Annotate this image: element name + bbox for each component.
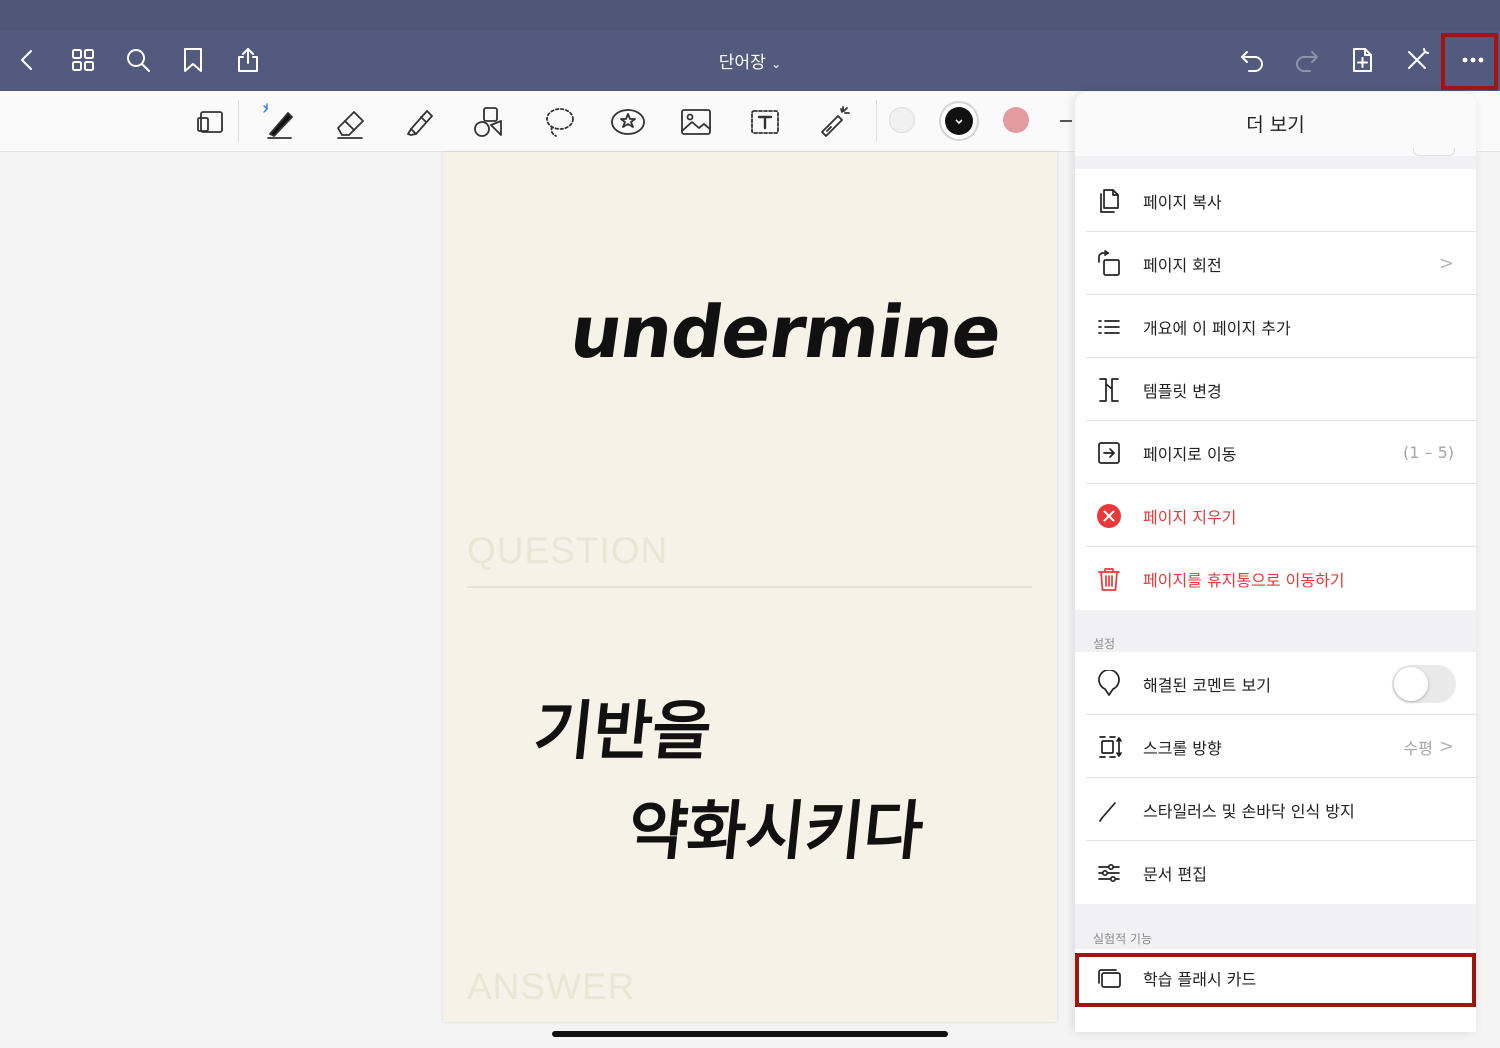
scroll-direction-value-text: 수평: [1403, 738, 1433, 758]
flashcards-icon: [1075, 964, 1143, 992]
stylus-icon: [1075, 796, 1143, 824]
comment-icon: [1075, 669, 1143, 698]
color-swatch-pink[interactable]: [1003, 107, 1029, 133]
menu-item-label: 문서 편집: [1143, 864, 1207, 884]
go-to-page-icon: [1075, 439, 1143, 467]
menu-item-rotate-page[interactable]: 페이지 회전 >: [1075, 232, 1476, 295]
highlighter-icon[interactable]: [397, 99, 443, 145]
settings-group: 해결된 코멘트 보기 스크롤 방향 수평 > 스타일러스 및 손바닥 인식 방지 …: [1075, 652, 1476, 904]
status-bar: [0, 0, 1500, 30]
scroll-peek: [1413, 148, 1455, 156]
pen-icon[interactable]: [257, 99, 303, 145]
resolved-comments-toggle[interactable]: [1392, 664, 1456, 703]
eraser-icon[interactable]: [327, 99, 373, 145]
panel-title: 더 보기: [1246, 114, 1305, 136]
toolbar-divider: [876, 100, 877, 142]
experimental-group: 학습 플래시 카드: [1075, 949, 1476, 1032]
menu-item-label: 스타일러스 및 손바닥 인식 방지: [1143, 801, 1355, 821]
outline-list-icon: [1075, 313, 1143, 341]
menu-item-edit-document[interactable]: 문서 편집: [1075, 841, 1476, 904]
undo-icon[interactable]: [1234, 42, 1270, 78]
color-swatch-light-gray[interactable]: [889, 107, 915, 133]
back-chevron-icon[interactable]: [9, 42, 45, 78]
sticker-icon[interactable]: [605, 99, 651, 145]
menu-item-go-to-page[interactable]: 페이지로 이동 (1 – 5): [1075, 421, 1476, 484]
menu-item-label: 페이지를 휴지통으로 이동하기: [1143, 570, 1345, 590]
panel-header: 더 보기: [1075, 92, 1476, 156]
menu-item-label: 페이지 회전: [1143, 255, 1222, 275]
laser-pointer-icon[interactable]: [811, 99, 857, 145]
document-title-button[interactable]: 단어장 ⌄: [719, 53, 781, 73]
chevron-right-icon: >: [1438, 253, 1454, 274]
document-title-label: 단어장: [718, 53, 766, 73]
menu-item-clear-page[interactable]: 페이지 지우기: [1075, 484, 1476, 547]
scroll-direction-value: 수평 >: [1403, 735, 1454, 759]
menu-item-label: 학습 플래시 카드: [1143, 969, 1257, 989]
page-layout-icon[interactable]: [188, 99, 234, 145]
menu-item-add-to-outline[interactable]: 개요에 이 페이지 추가: [1075, 295, 1476, 358]
menu-item-label: 템플릿 변경: [1143, 381, 1222, 401]
menu-item-change-template[interactable]: 템플릿 변경: [1075, 358, 1476, 421]
redo-icon[interactable]: [1289, 42, 1325, 78]
answer-label: ANSWER: [467, 966, 636, 1007]
menu-item-show-resolved-comments[interactable]: 해결된 코멘트 보기: [1075, 652, 1476, 715]
close-x-icon[interactable]: [1399, 42, 1435, 78]
menu-item-stylus-palm-rejection[interactable]: 스타일러스 및 손바닥 인식 방지: [1075, 778, 1476, 841]
question-label: QUESTION: [467, 530, 669, 571]
image-icon[interactable]: [673, 99, 719, 145]
sliders-icon: [1075, 859, 1143, 887]
more-icon[interactable]: [1455, 42, 1491, 78]
question-divider: [467, 586, 1032, 588]
menu-item-label: 페이지 지우기: [1143, 507, 1237, 527]
document-title: 단어장 ⌄: [0, 48, 1500, 73]
checkmark-icon: [945, 107, 973, 135]
add-page-icon[interactable]: [1344, 42, 1380, 78]
handwritten-meaning-line2: 약화시키다: [624, 795, 927, 869]
toggle-knob: [1394, 666, 1428, 701]
handwritten-word: undermine: [565, 290, 1007, 374]
menu-item-study-flashcards[interactable]: 학습 플래시 카드: [1075, 949, 1476, 1006]
notebook-page[interactable]: undermine QUESTION 기반을 약화시키다 ANSWER: [443, 152, 1057, 1022]
home-indicator: [552, 1031, 948, 1037]
trash-icon: [1075, 565, 1143, 593]
chevron-right-icon: >: [1438, 736, 1454, 757]
rotate-page-icon: [1075, 249, 1143, 278]
menu-item-copy-page[interactable]: 페이지 복사: [1075, 169, 1476, 232]
menu-item-label: 해결된 코멘트 보기: [1143, 675, 1271, 695]
search-icon[interactable]: [120, 42, 156, 78]
top-navigation-bar: 단어장 ⌄: [0, 0, 1500, 91]
template-icon: [1075, 376, 1143, 404]
handwritten-meaning-line1: 기반을: [530, 695, 715, 769]
stroke-width-indicator[interactable]: [1060, 120, 1072, 122]
chevron-down-icon: ⌄: [771, 57, 782, 71]
settings-section-header: 설정: [1093, 637, 1116, 651]
menu-item-label: 페이지로 이동: [1143, 444, 1237, 464]
lasso-icon[interactable]: [536, 99, 582, 145]
menu-item-scroll-direction[interactable]: 스크롤 방향 수평 >: [1075, 715, 1476, 778]
bookmark-icon[interactable]: [175, 42, 211, 78]
color-swatch-black-selected[interactable]: [939, 101, 979, 141]
text-box-icon[interactable]: [742, 99, 788, 145]
grid-icon[interactable]: [65, 42, 101, 78]
experimental-section-header: 실험적 기능: [1093, 932, 1153, 946]
page-actions-group: 페이지 복사 페이지 회전 > 개요에 이 페이지 추가 템플릿 변경 페이지로…: [1075, 169, 1476, 610]
clear-page-icon: [1075, 502, 1143, 530]
menu-item-label: 개요에 이 페이지 추가: [1143, 318, 1291, 338]
more-options-panel: 더 보기 페이지 복사 페이지 회전 > 개요에 이 페이지 추가 템플릿 변경…: [1075, 92, 1476, 1032]
menu-item-move-to-trash[interactable]: 페이지를 휴지통으로 이동하기: [1075, 547, 1476, 610]
scroll-direction-icon: [1075, 733, 1143, 761]
page-range-value: (1 – 5): [1402, 443, 1454, 462]
share-icon[interactable]: [230, 42, 266, 78]
shapes-icon[interactable]: [466, 99, 512, 145]
menu-item-label: 페이지 복사: [1143, 192, 1222, 212]
toolbar-divider: [238, 100, 239, 142]
copy-page-icon: [1075, 187, 1143, 215]
menu-item-label: 스크롤 방향: [1143, 738, 1222, 758]
